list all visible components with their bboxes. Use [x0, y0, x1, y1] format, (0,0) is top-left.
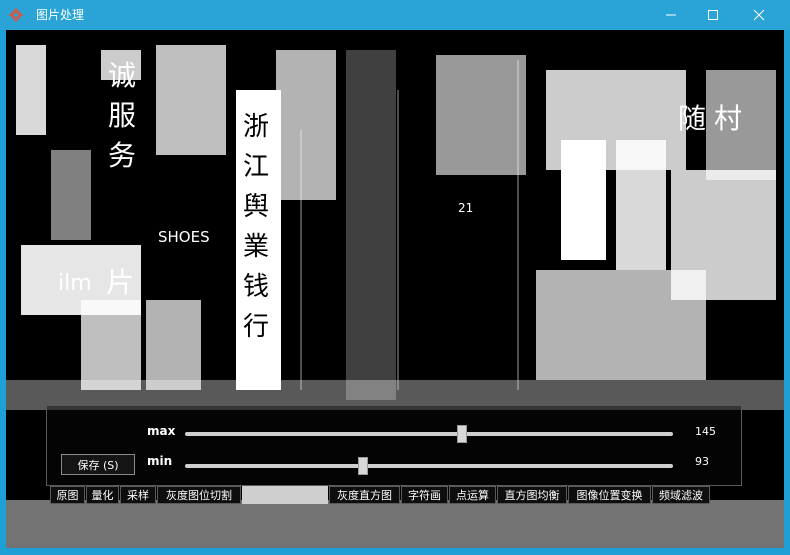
tab-geometric[interactable]: 图像位置变换 [568, 486, 651, 504]
maximize-button[interactable] [690, 0, 736, 30]
max-slider-track[interactable] [185, 432, 673, 436]
sign-char-1: 浙 [243, 112, 269, 142]
min-value: 93 [695, 455, 709, 468]
close-icon [753, 9, 765, 21]
tab-point-ops[interactable]: 点运算 [449, 486, 496, 504]
tab-bitplane[interactable]: 灰度图位切割 [157, 486, 241, 504]
sign-char-7: 诚 [108, 59, 136, 92]
minimize-icon [666, 14, 676, 16]
tab-ascii-art[interactable]: 字符画 [401, 486, 448, 504]
minimize-button[interactable] [648, 0, 694, 30]
tab-freq-filter[interactable]: 频域滤波 [652, 486, 710, 504]
tab-quantize[interactable]: 量化 [86, 486, 119, 504]
sign-char-9: 务 [108, 139, 136, 172]
sign-ilm: ilm [58, 271, 92, 296]
tab-original[interactable]: 原图 [50, 486, 85, 504]
tab-hist-eq[interactable]: 直方图均衡 [497, 486, 567, 504]
sign-char-2: 江 [243, 152, 269, 182]
sign-char-4: 業 [243, 232, 269, 262]
sign-char-12: 片 [106, 266, 134, 299]
save-button[interactable]: 保存 (S) [61, 454, 135, 475]
control-panel: 保存 (S) max min 145 93 [46, 405, 742, 486]
min-slider-thumb[interactable] [357, 457, 368, 475]
tab-sampling[interactable]: 采样 [120, 486, 156, 504]
title-bar: 图片处理 [0, 0, 790, 30]
sign-shoes: SHOES [158, 228, 210, 246]
sign-char-5: 钱 [243, 272, 269, 302]
maximize-icon [708, 10, 718, 20]
sign-char-6: 行 [243, 312, 269, 342]
max-value: 145 [695, 425, 716, 438]
sign-char-11: 村 [714, 102, 742, 135]
window-title: 图片处理 [36, 8, 85, 22]
client-area: 浙 江 舆 業 钱 行 诚 服 务 随 村 片 SHOES ilm 21 保存 … [6, 30, 784, 548]
close-button[interactable] [736, 0, 782, 30]
max-label: max [147, 424, 176, 438]
sign-number: 21 [458, 201, 473, 215]
sign-char-3: 舆 [243, 192, 269, 222]
max-slider-thumb[interactable] [457, 425, 468, 443]
tab-selected-blank[interactable] [242, 486, 328, 504]
tab-histogram[interactable]: 灰度直方图 [329, 486, 400, 504]
min-slider-track[interactable] [185, 464, 673, 468]
app-gear-icon [9, 8, 23, 22]
sign-char-8: 服 [108, 99, 136, 132]
min-label: min [147, 454, 173, 468]
sign-char-10: 随 [678, 102, 706, 135]
